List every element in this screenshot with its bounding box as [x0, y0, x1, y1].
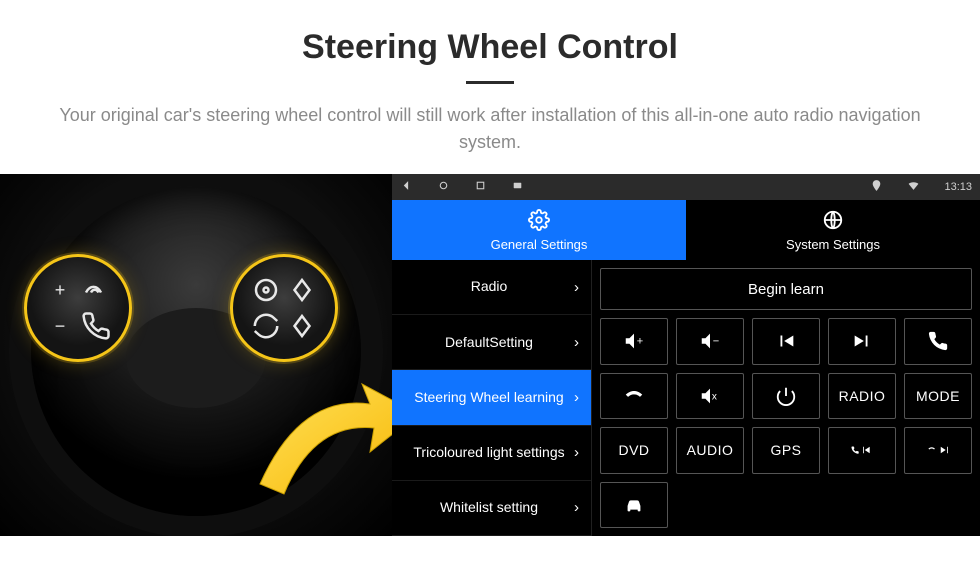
volume-down-button[interactable]: − [676, 318, 744, 365]
chevron-right-icon: › [574, 279, 579, 296]
right-button-pod [230, 254, 338, 362]
recent-icon[interactable] [474, 179, 487, 195]
dvd-button[interactable]: DVD [600, 427, 668, 474]
svg-text:x: x [712, 391, 718, 402]
mute-button[interactable]: x [676, 373, 744, 420]
sidebar-item-steering-wheel-learning[interactable]: Steering Wheel learning › [392, 370, 591, 425]
mode-button[interactable]: MODE [904, 373, 972, 420]
cycle-icon [251, 311, 281, 341]
prev-track-button[interactable] [752, 318, 820, 365]
plus-icon: + [45, 275, 75, 305]
android-navbar: 13:13 [392, 174, 980, 200]
sidebar-item-label: DefaultSetting [408, 334, 570, 352]
power-button[interactable] [752, 373, 820, 420]
sidebar-item-default-setting[interactable]: DefaultSetting › [392, 315, 591, 370]
tab-system-settings[interactable]: System Settings [686, 200, 980, 260]
learning-panel: Begin learn + − [592, 260, 980, 536]
card-icon[interactable] [511, 179, 524, 195]
home-icon[interactable] [437, 179, 450, 195]
chevron-right-icon: › [574, 499, 579, 516]
back-icon[interactable] [400, 179, 413, 195]
phone-next-button[interactable] [904, 427, 972, 474]
minus-icon: − [45, 311, 75, 341]
gear-icon [528, 209, 550, 234]
steering-wheel-photo: + − [0, 174, 392, 536]
sidebar-item-radio[interactable]: Radio › [392, 260, 591, 315]
sidebar-item-label: Radio [408, 278, 570, 296]
begin-learn-button[interactable]: Begin learn [600, 268, 972, 310]
next-track-button[interactable] [828, 318, 896, 365]
sidebar-item-tricoloured-light[interactable]: Tricoloured light settings › [392, 426, 591, 481]
voice-icon [81, 275, 111, 305]
tab-general-settings[interactable]: General Settings [392, 200, 686, 260]
chevron-right-icon: › [574, 389, 579, 406]
svg-text:−: − [713, 336, 720, 348]
tab-label: System Settings [786, 237, 880, 252]
svg-text:+: + [637, 336, 644, 348]
diamond-down-icon [287, 311, 317, 341]
phone-icon [81, 311, 111, 341]
chevron-right-icon: › [574, 334, 579, 351]
page-title: Steering Wheel Control [0, 28, 980, 67]
sidebar-item-label: Steering Wheel learning [408, 389, 570, 407]
globe-gear-icon [822, 209, 844, 234]
settings-sidebar: Radio › DefaultSetting › Steering Wheel … [392, 260, 592, 536]
chevron-right-icon: › [574, 444, 579, 461]
title-divider [466, 81, 514, 84]
tab-label: General Settings [491, 237, 588, 252]
wifi-icon [907, 179, 920, 195]
sidebar-item-whitelist[interactable]: Whitelist setting › [392, 481, 591, 536]
volume-up-button[interactable]: + [600, 318, 668, 365]
location-icon [870, 179, 883, 195]
headunit-screen: 13:13 General Settings System Settings R… [392, 174, 980, 536]
gps-button[interactable]: GPS [752, 427, 820, 474]
phone-hangup-button[interactable] [600, 373, 668, 420]
phone-prev-button[interactable] [828, 427, 896, 474]
diamond-up-icon [287, 275, 317, 305]
clock-text: 13:13 [944, 181, 972, 193]
page-subtitle: Your original car's steering wheel contr… [50, 102, 930, 156]
car-button[interactable] [600, 482, 668, 529]
sidebar-item-label: Tricoloured light settings [408, 444, 570, 462]
disc-icon [251, 275, 281, 305]
audio-button[interactable]: AUDIO [676, 427, 744, 474]
radio-button[interactable]: RADIO [828, 373, 896, 420]
phone-answer-button[interactable] [904, 318, 972, 365]
sidebar-item-label: Whitelist setting [408, 499, 570, 517]
left-button-pod: + − [24, 254, 132, 362]
